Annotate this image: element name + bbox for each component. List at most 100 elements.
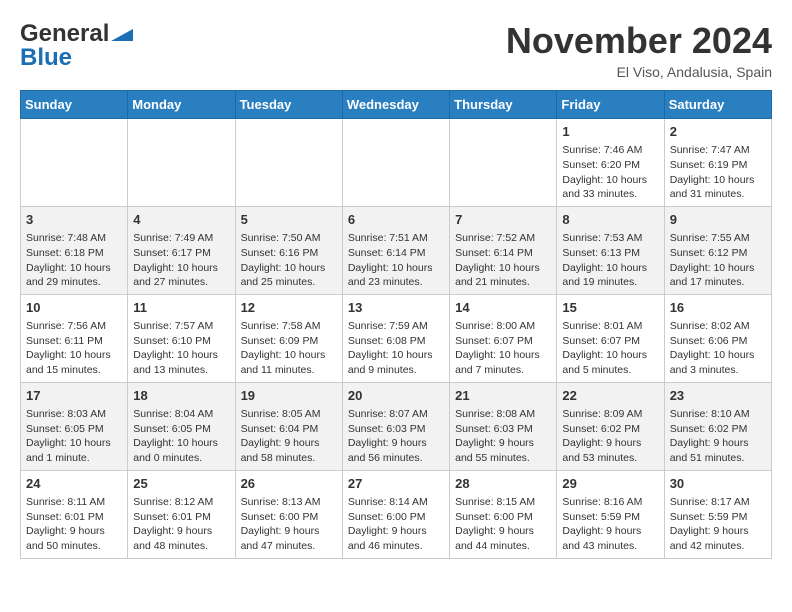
day-number: 7	[455, 211, 551, 229]
day-info: Daylight: 9 hours and 56 minutes.	[348, 436, 444, 465]
day-info: Daylight: 9 hours and 53 minutes.	[562, 436, 658, 465]
day-number: 25	[133, 475, 229, 493]
calendar-cell: 18Sunrise: 8:04 AMSunset: 6:05 PMDayligh…	[128, 382, 235, 470]
calendar-cell: 21Sunrise: 8:08 AMSunset: 6:03 PMDayligh…	[450, 382, 557, 470]
day-info: Sunrise: 8:07 AM	[348, 407, 444, 422]
day-info: Sunrise: 7:49 AM	[133, 231, 229, 246]
day-number: 23	[670, 387, 766, 405]
day-info: Daylight: 10 hours and 5 minutes.	[562, 348, 658, 377]
day-info: Sunset: 6:13 PM	[562, 246, 658, 261]
day-info: Daylight: 9 hours and 46 minutes.	[348, 524, 444, 553]
day-info: Sunrise: 8:13 AM	[241, 495, 337, 510]
logo-icon	[111, 23, 133, 41]
day-number: 8	[562, 211, 658, 229]
day-info: Daylight: 9 hours and 51 minutes.	[670, 436, 766, 465]
day-number: 27	[348, 475, 444, 493]
month-title: November 2024	[506, 20, 772, 62]
location: El Viso, Andalusia, Spain	[506, 64, 772, 80]
day-info: Sunrise: 8:16 AM	[562, 495, 658, 510]
day-number: 2	[670, 123, 766, 141]
day-info: Sunset: 6:05 PM	[26, 422, 122, 437]
calendar-cell: 30Sunrise: 8:17 AMSunset: 5:59 PMDayligh…	[664, 470, 771, 558]
day-info: Sunset: 6:16 PM	[241, 246, 337, 261]
day-header-friday: Friday	[557, 91, 664, 119]
day-number: 15	[562, 299, 658, 317]
calendar-cell: 10Sunrise: 7:56 AMSunset: 6:11 PMDayligh…	[21, 294, 128, 382]
day-info: Sunset: 6:09 PM	[241, 334, 337, 349]
day-info: Sunset: 6:18 PM	[26, 246, 122, 261]
day-header-thursday: Thursday	[450, 91, 557, 119]
calendar-cell: 9 Sunrise: 7:55 AMSunset: 6:12 PMDaylight…	[664, 206, 771, 294]
day-number: 17	[26, 387, 122, 405]
day-info: Daylight: 9 hours and 58 minutes.	[241, 436, 337, 465]
calendar-cell: 29Sunrise: 8:16 AMSunset: 5:59 PMDayligh…	[557, 470, 664, 558]
day-info: Daylight: 10 hours and 29 minutes.	[26, 261, 122, 290]
day-info: Sunrise: 7:46 AM	[562, 143, 658, 158]
day-info: Sunset: 6:01 PM	[133, 510, 229, 525]
calendar-week-1: 1Sunrise: 7:46 AMSunset: 6:20 PMDaylight…	[21, 119, 772, 207]
day-info: Sunset: 6:01 PM	[26, 510, 122, 525]
day-info: Sunset: 6:00 PM	[348, 510, 444, 525]
day-info: Sunrise: 7:55 AM	[670, 231, 766, 246]
day-info: Sunset: 6:14 PM	[348, 246, 444, 261]
day-number: 19	[241, 387, 337, 405]
day-info: Sunset: 6:03 PM	[348, 422, 444, 437]
day-info: Sunrise: 7:48 AM	[26, 231, 122, 246]
day-info: Sunrise: 8:15 AM	[455, 495, 551, 510]
day-info: Sunrise: 8:04 AM	[133, 407, 229, 422]
day-number: 9	[670, 211, 766, 229]
calendar-cell: 16Sunrise: 8:02 AMSunset: 6:06 PMDayligh…	[664, 294, 771, 382]
calendar-cell: 11Sunrise: 7:57 AMSunset: 6:10 PMDayligh…	[128, 294, 235, 382]
calendar-cell: 13Sunrise: 7:59 AMSunset: 6:08 PMDayligh…	[342, 294, 449, 382]
day-info: Sunrise: 8:10 AM	[670, 407, 766, 422]
calendar-cell	[450, 119, 557, 207]
calendar-cell: 7Sunrise: 7:52 AMSunset: 6:14 PMDaylight…	[450, 206, 557, 294]
logo-blue: Blue	[20, 44, 72, 72]
day-number: 4	[133, 211, 229, 229]
calendar-week-4: 17Sunrise: 8:03 AMSunset: 6:05 PMDayligh…	[21, 382, 772, 470]
day-number: 5	[241, 211, 337, 229]
day-info: Daylight: 10 hours and 17 minutes.	[670, 261, 766, 290]
day-number: 22	[562, 387, 658, 405]
calendar-cell: 19Sunrise: 8:05 AMSunset: 6:04 PMDayligh…	[235, 382, 342, 470]
day-info: Sunset: 6:04 PM	[241, 422, 337, 437]
day-number: 26	[241, 475, 337, 493]
day-info: Daylight: 9 hours and 42 minutes.	[670, 524, 766, 553]
day-info: Sunset: 6:03 PM	[455, 422, 551, 437]
day-info: Sunrise: 8:11 AM	[26, 495, 122, 510]
day-info: Sunrise: 7:57 AM	[133, 319, 229, 334]
day-info: Sunset: 6:12 PM	[670, 246, 766, 261]
day-info: Daylight: 10 hours and 0 minutes.	[133, 436, 229, 465]
calendar-cell: 8Sunrise: 7:53 AMSunset: 6:13 PMDaylight…	[557, 206, 664, 294]
calendar-cell: 27Sunrise: 8:14 AMSunset: 6:00 PMDayligh…	[342, 470, 449, 558]
day-info: Sunset: 6:11 PM	[26, 334, 122, 349]
day-info: Sunrise: 8:08 AM	[455, 407, 551, 422]
day-info: Daylight: 9 hours and 48 minutes.	[133, 524, 229, 553]
day-header-saturday: Saturday	[664, 91, 771, 119]
title-area: November 2024 El Viso, Andalusia, Spain	[506, 20, 772, 80]
day-number: 20	[348, 387, 444, 405]
calendar-week-5: 24Sunrise: 8:11 AMSunset: 6:01 PMDayligh…	[21, 470, 772, 558]
day-info: Sunrise: 8:12 AM	[133, 495, 229, 510]
calendar-body: 1Sunrise: 7:46 AMSunset: 6:20 PMDaylight…	[21, 119, 772, 559]
day-info: Daylight: 10 hours and 21 minutes.	[455, 261, 551, 290]
day-info: Daylight: 10 hours and 3 minutes.	[670, 348, 766, 377]
day-number: 18	[133, 387, 229, 405]
calendar-cell: 28Sunrise: 8:15 AMSunset: 6:00 PMDayligh…	[450, 470, 557, 558]
day-header-wednesday: Wednesday	[342, 91, 449, 119]
day-info: Sunrise: 8:17 AM	[670, 495, 766, 510]
day-info: Daylight: 10 hours and 27 minutes.	[133, 261, 229, 290]
day-info: Daylight: 10 hours and 19 minutes.	[562, 261, 658, 290]
page-header: General Blue November 2024 El Viso, Anda…	[20, 20, 772, 80]
day-number: 29	[562, 475, 658, 493]
calendar-cell: 6Sunrise: 7:51 AMSunset: 6:14 PMDaylight…	[342, 206, 449, 294]
calendar-header-row: SundayMondayTuesdayWednesdayThursdayFrid…	[21, 91, 772, 119]
day-info: Sunset: 6:20 PM	[562, 158, 658, 173]
calendar-table: SundayMondayTuesdayWednesdayThursdayFrid…	[20, 90, 772, 559]
day-info: Daylight: 10 hours and 9 minutes.	[348, 348, 444, 377]
day-info: Sunrise: 8:00 AM	[455, 319, 551, 334]
calendar-cell: 4Sunrise: 7:49 AMSunset: 6:17 PMDaylight…	[128, 206, 235, 294]
calendar-week-2: 3Sunrise: 7:48 AMSunset: 6:18 PMDaylight…	[21, 206, 772, 294]
day-info: Sunset: 6:19 PM	[670, 158, 766, 173]
calendar-week-3: 10Sunrise: 7:56 AMSunset: 6:11 PMDayligh…	[21, 294, 772, 382]
